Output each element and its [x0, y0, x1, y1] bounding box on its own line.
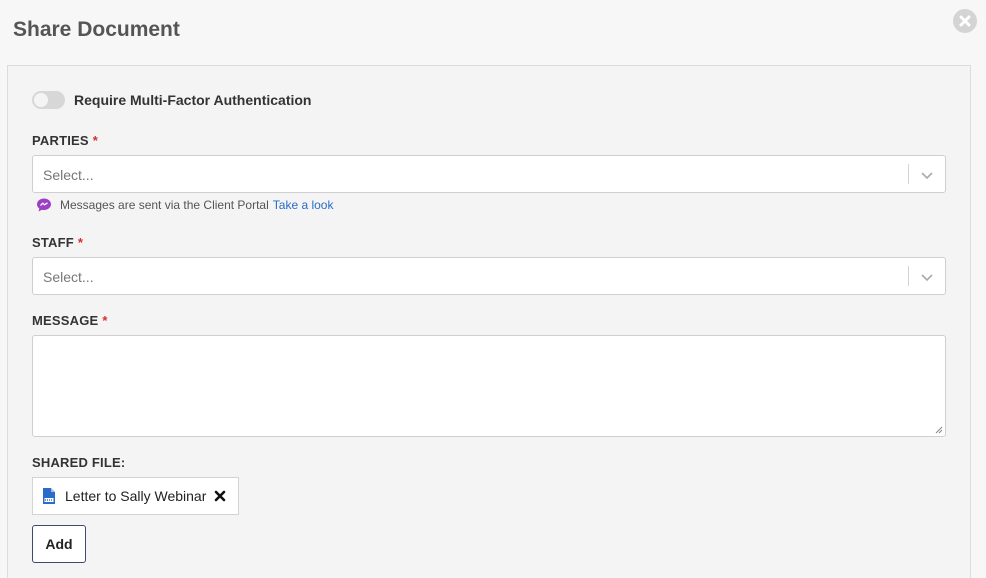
message-textarea[interactable]	[32, 335, 946, 437]
parties-label: PARTIES *	[32, 133, 98, 148]
parties-placeholder: Select...	[43, 167, 94, 183]
chevron-down-icon[interactable]	[919, 269, 935, 285]
select-separator	[908, 164, 909, 184]
shared-file-chip: Letter to Sally Webinar	[32, 477, 240, 515]
required-asterisk: *	[92, 133, 99, 148]
staff-placeholder: Select...	[43, 269, 94, 285]
mfa-toggle-label: Require Multi-Factor Authentication	[74, 92, 312, 108]
required-asterisk: *	[102, 313, 108, 328]
take-a-look-link[interactable]: Take a look	[273, 198, 334, 212]
remove-file-icon[interactable]	[214, 490, 226, 502]
message-label-text: MESSAGE	[32, 313, 99, 328]
staff-label-text: STAFF	[32, 235, 74, 250]
mfa-toggle-row: Require Multi-Factor Authentication	[32, 91, 311, 109]
resize-grip-icon[interactable]	[935, 426, 943, 434]
hint-text: Messages are sent via the Client Portal	[60, 198, 269, 212]
parties-label-text: PARTIES	[32, 133, 89, 148]
modal-title: Share Document	[13, 18, 180, 41]
add-button[interactable]: Add	[32, 525, 86, 563]
toggle-knob	[34, 93, 48, 107]
message-bubble-icon	[37, 198, 51, 212]
select-separator	[908, 266, 909, 286]
doc-file-icon	[43, 488, 55, 504]
close-icon	[959, 15, 971, 27]
share-form-panel: Require Multi-Factor Authentication PART…	[7, 65, 971, 578]
shared-file-label: SHARED FILE:	[32, 455, 126, 470]
mfa-toggle[interactable]	[32, 91, 65, 109]
required-asterisk: *	[77, 235, 84, 250]
client-portal-hint: Messages are sent via the Client Portal …	[36, 197, 333, 213]
close-button[interactable]	[953, 9, 977, 33]
chevron-down-icon[interactable]	[919, 167, 935, 183]
shared-file-name: Letter to Sally Webinar	[65, 488, 207, 504]
staff-label: STAFF *	[32, 235, 83, 250]
staff-select[interactable]: Select...	[32, 257, 946, 295]
message-label: MESSAGE *	[32, 313, 108, 328]
parties-select[interactable]: Select...	[32, 155, 946, 193]
